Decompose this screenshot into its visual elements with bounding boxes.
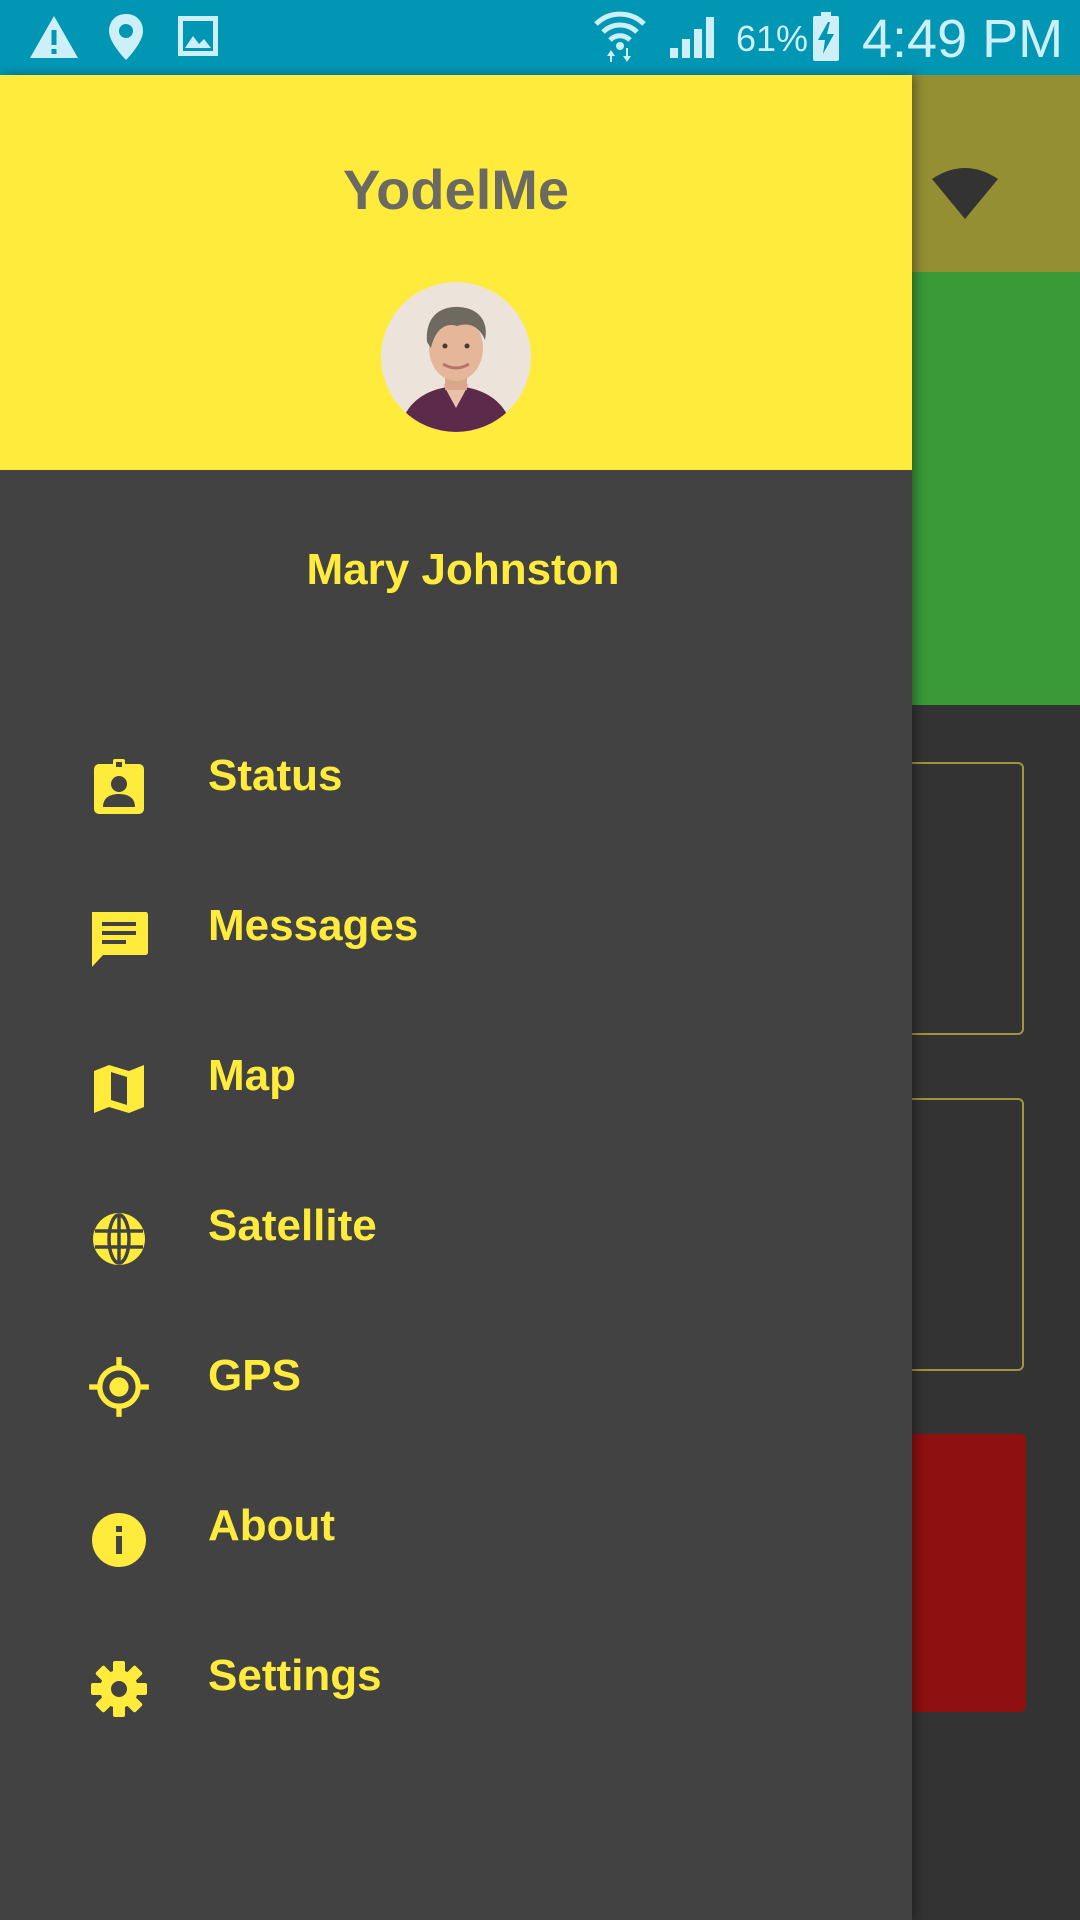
status-bar: 61% 4:49 PM [0, 0, 1080, 75]
drawer-header: YodelMe [0, 75, 912, 470]
user-name: Mary Johnston [306, 545, 620, 594]
menu-item-label: GPS [208, 1351, 301, 1400]
wifi-icon [594, 11, 646, 62]
warning-icon [30, 16, 78, 58]
map-icon [94, 1065, 144, 1113]
badge-icon [94, 759, 144, 814]
image-icon [178, 16, 218, 56]
menu-item-about[interactable]: About [0, 1475, 912, 1595]
cell-signal-icon [670, 17, 714, 58]
menu-item-label: Status [208, 751, 343, 800]
menu-item-map[interactable]: Map [0, 1025, 912, 1145]
menu-item-label: Settings [208, 1651, 382, 1700]
location-pin-icon [109, 14, 143, 60]
info-icon [92, 1513, 146, 1567]
menu-item-label: Map [208, 1051, 296, 1100]
menu-item-gps[interactable]: GPS [0, 1325, 912, 1445]
menu-item-messages[interactable]: Messages [0, 875, 912, 995]
gear-icon [91, 1661, 147, 1717]
menu-item-settings[interactable]: Settings [0, 1625, 912, 1745]
battery-charging-icon [813, 12, 839, 61]
message-icon [92, 912, 148, 967]
user-avatar-photo [381, 282, 531, 432]
app-title: YodelMe [342, 158, 570, 221]
menu-item-label: Messages [208, 901, 419, 950]
menu-item-label: About [208, 1501, 336, 1550]
signal-strength-icon [932, 168, 998, 219]
navigation-drawer: YodelMe Mary Johnston Status Messages Ma… [0, 75, 912, 1920]
avatar[interactable] [381, 282, 531, 432]
menu-item-status[interactable]: Status [0, 725, 912, 845]
menu-item-label: Satellite [208, 1201, 377, 1250]
menu-item-satellite[interactable]: Satellite [0, 1175, 912, 1295]
globe-icon [93, 1213, 145, 1265]
gps-crosshair-icon [89, 1357, 149, 1417]
battery-percentage: 61% [736, 18, 809, 59]
clock: 4:49 PM [862, 9, 1064, 69]
